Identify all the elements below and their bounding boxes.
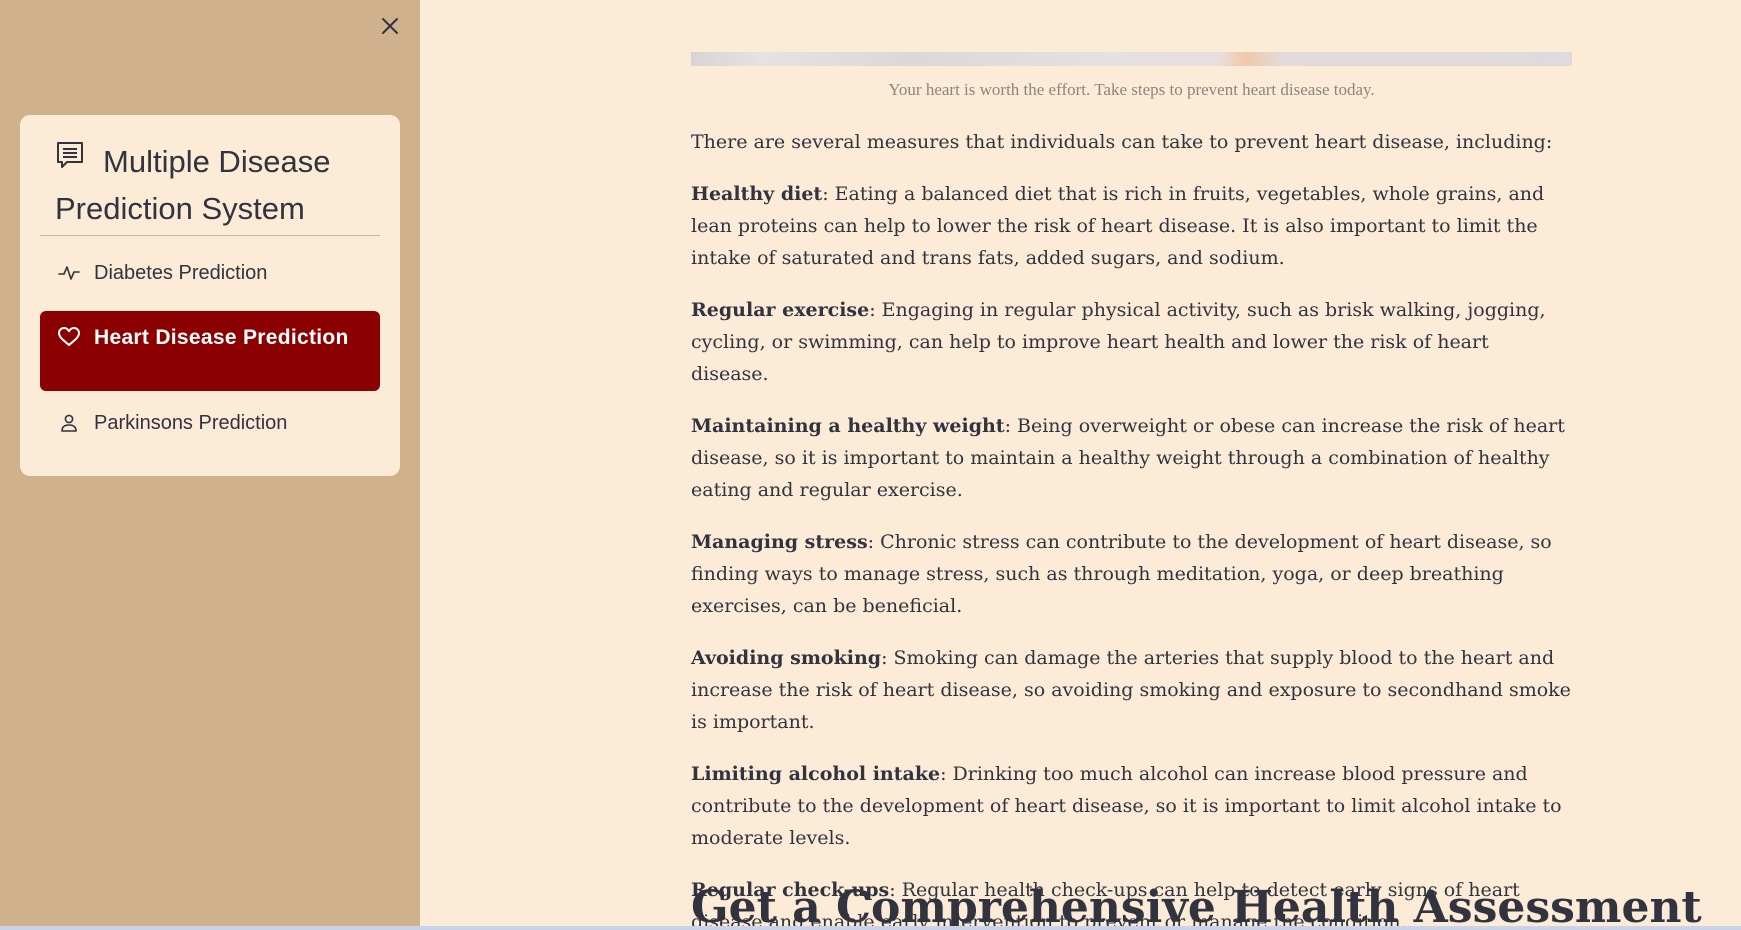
heart-image	[691, 52, 1572, 66]
heart-icon	[58, 326, 80, 348]
measure-paragraph: Limiting alcohol intake: Drinking too mu…	[691, 758, 1572, 854]
menu-item-parkinsons-prediction[interactable]: Parkinsons Prediction	[40, 403, 380, 443]
measure-term: Regular exercise	[691, 299, 870, 321]
main-content: Your heart is worth the effort. Take ste…	[420, 0, 1741, 926]
measure-term: Avoiding smoking	[691, 647, 882, 669]
measure-paragraph: Managing stress: Chronic stress can cont…	[691, 526, 1572, 622]
section-heading: Get a Comprehensive Health Assessment	[691, 882, 1702, 926]
image-caption: Your heart is worth the effort. Take ste…	[888, 80, 1375, 99]
close-icon	[382, 18, 398, 34]
menu-item-label: Diabetes Prediction	[94, 261, 268, 284]
menu-title-text: Multiple Disease Prediction System	[55, 144, 331, 227]
measure-paragraph: Maintaining a healthy weight: Being over…	[691, 410, 1572, 506]
measure-term: Maintaining a healthy weight	[691, 415, 1005, 437]
measure-paragraph: Healthy diet: Eating a balanced diet tha…	[691, 178, 1572, 274]
menu-item-diabetes-prediction[interactable]: Diabetes Prediction	[40, 253, 380, 293]
list-alt-icon	[55, 137, 85, 182]
measure-term: Healthy diet	[691, 183, 823, 205]
intro-paragraph: There are several measures that individu…	[691, 131, 1553, 153]
menu-item-label: Heart Disease Prediction	[94, 326, 349, 349]
measure-term: Limiting alcohol intake	[691, 763, 941, 785]
sidebar: Multiple Disease Prediction System Diabe…	[0, 0, 420, 930]
menu-title: Multiple Disease Prediction System	[55, 139, 375, 231]
window-bottom-edge	[0, 926, 1741, 930]
measure-paragraph: Avoiding smoking: Smoking can damage the…	[691, 642, 1572, 738]
close-sidebar-button[interactable]	[376, 12, 404, 40]
person-icon	[58, 412, 80, 434]
option-menu: Multiple Disease Prediction System Diabe…	[20, 115, 400, 476]
menu-item-label: Parkinsons Prediction	[94, 411, 288, 434]
measure-term: Managing stress	[691, 531, 868, 553]
activity-icon	[58, 262, 80, 284]
menu-divider	[40, 235, 380, 236]
measure-paragraph: Regular exercise: Engaging in regular ph…	[691, 294, 1572, 390]
menu-item-heart-disease-prediction[interactable]: Heart Disease Prediction	[40, 311, 380, 391]
prevention-article: There are several measures that individu…	[691, 126, 1572, 926]
